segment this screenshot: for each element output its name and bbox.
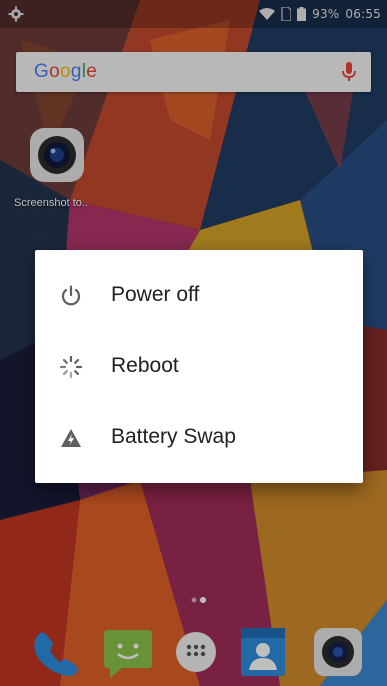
home-screen: 93% 06:55 Google Screenshot to.. Power o… (0, 0, 387, 686)
reboot-label: Reboot (111, 354, 179, 377)
battery-swap-option[interactable]: Battery Swap (35, 408, 363, 468)
power-off-option[interactable]: Power off (35, 266, 363, 326)
reboot-option[interactable]: Reboot (35, 337, 363, 397)
reboot-spinner-icon (59, 355, 83, 379)
power-menu-dialog: Power off Reboot Battery Swap (35, 250, 363, 483)
battery-swap-label: Battery Swap (111, 425, 236, 448)
power-icon (61, 285, 81, 306)
power-off-label: Power off (111, 283, 200, 306)
battery-swap-warning-icon (61, 429, 81, 447)
